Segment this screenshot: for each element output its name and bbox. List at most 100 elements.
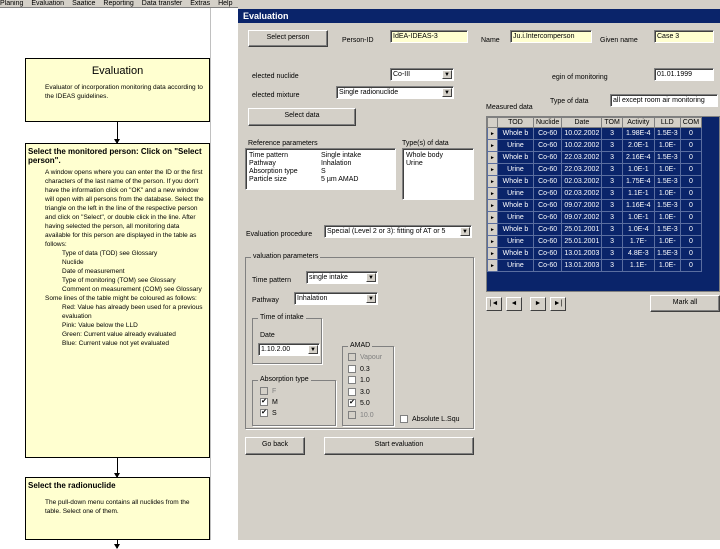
chevron-down-icon[interactable]: ▼ — [308, 345, 318, 354]
table-cell: Urine — [496, 139, 534, 152]
column-header[interactable]: Date — [561, 117, 603, 128]
row-selector-icon[interactable]: ► — [487, 139, 498, 152]
table-cell: Co-60 — [532, 139, 563, 152]
column-header[interactable]: Nuclide — [532, 117, 563, 128]
menu-item-saatice[interactable]: Saatice — [72, 0, 95, 7]
table-row[interactable]: ► Urine Co-60 10.02.2002 3 2.0E-1 1.0E- 0 — [487, 139, 703, 152]
last-record-button[interactable]: ►| — [550, 297, 566, 311]
go-back-button[interactable]: Go back — [245, 437, 305, 455]
absolute-least-squares-checkbox[interactable]: Absolute L.Squ — [400, 415, 459, 424]
column-header[interactable]: TOM — [601, 117, 623, 128]
row-selector-icon[interactable]: ► — [487, 127, 498, 140]
checkbox-box[interactable] — [348, 376, 356, 385]
previous-record-button[interactable]: ◄ — [506, 297, 522, 311]
next-record-button[interactable]: ► — [530, 297, 546, 311]
given-name-field[interactable]: Case 3 — [654, 30, 714, 43]
checkbox-box[interactable] — [400, 415, 408, 424]
absorption-checkbox[interactable]: ✔ M — [260, 398, 278, 407]
evaluation-procedure-select[interactable]: Special (Level 2 or 3): fitting of AT or… — [324, 225, 472, 238]
chevron-down-icon[interactable]: ▼ — [442, 88, 452, 97]
table-cell: Co-60 — [532, 259, 563, 272]
time-pattern-value: single intake — [309, 274, 348, 281]
pathway-select[interactable]: Inhalation ▼ — [294, 292, 378, 305]
column-header[interactable]: COM — [679, 117, 703, 128]
list-item[interactable]: Whole body — [406, 152, 470, 160]
time-pattern-label: Time pattern — [252, 277, 292, 284]
table-row[interactable]: ► Urine Co-60 02.03.2002 3 1.1E-1 1.0E- 0 — [487, 187, 703, 200]
chevron-down-icon[interactable]: ▼ — [366, 294, 376, 303]
table-row[interactable]: ► Whole b Co-60 13.01.2003 3 4.8E-3 1.5E-3 0 — [487, 247, 703, 260]
table-row[interactable]: ► Whole b Co-60 10.02.2002 3 1.98E-4 1.5E-3 0 — [487, 127, 703, 140]
menu-item-reporting[interactable]: Reporting — [103, 0, 133, 7]
row-selector-icon[interactable]: ► — [487, 223, 498, 236]
row-selector-icon[interactable]: ► — [487, 235, 498, 248]
row-selector-icon[interactable]: ► — [487, 187, 498, 200]
absorption-checkbox[interactable]: ✔ S — [260, 409, 277, 418]
table-row[interactable]: ► Urine Co-60 09.07.2002 3 1.0E-1 1.0E- 0 — [487, 211, 703, 224]
list-item[interactable]: Urine — [406, 160, 470, 168]
select-person-button[interactable]: Select person — [248, 30, 328, 47]
column-header[interactable]: Activity — [621, 117, 655, 128]
table-row[interactable]: ► Urine Co-60 22.03.2002 3 1.0E-1 1.0E- 0 — [487, 163, 703, 176]
amad-checkbox[interactable]: ✔ 5.0 — [348, 399, 370, 408]
absorption-checkbox: F — [260, 387, 276, 396]
intake-date-select[interactable]: 1.10.2.00 ▼ — [258, 343, 320, 356]
table-row[interactable]: ► Whole b Co-60 09.07.2002 3 1.16E-4 1.5E-3 0 — [487, 199, 703, 212]
table-row[interactable]: ► Urine Co-60 25.01.2001 3 1.7E- 1.0E- 0 — [487, 235, 703, 248]
types-of-data-list[interactable]: Whole body Urine — [402, 148, 474, 200]
begin-monitoring-field[interactable]: 01.01.1999 — [654, 68, 714, 81]
row-selector-icon[interactable]: ► — [487, 199, 498, 212]
time-pattern-select[interactable]: single intake ▼ — [306, 271, 378, 284]
type-of-data-select[interactable]: all except room air monitoring — [610, 94, 718, 107]
chevron-down-icon[interactable]: ▼ — [442, 70, 452, 79]
amad-checkbox[interactable]: 0.3 — [348, 364, 370, 374]
checkbox-box[interactable]: ✔ — [260, 398, 268, 407]
row-selector-icon[interactable]: ► — [487, 175, 498, 188]
checkbox-box[interactable]: ✔ — [348, 399, 356, 408]
table-cell: 1.7E- — [621, 235, 655, 248]
table-row[interactable]: ► Whole b Co-60 25.01.2001 3 1.0E-4 1.5E-3 0 — [487, 223, 703, 236]
mixture-select[interactable]: Single radionuclide ▼ — [336, 86, 454, 99]
amad-checkbox[interactable]: 1.0 — [348, 376, 370, 385]
table-cell: 10.02.2002 — [561, 139, 603, 152]
table-cell: 1.0E- — [653, 259, 681, 272]
menu-item-extras[interactable]: Extras — [190, 0, 210, 7]
first-record-button[interactable]: |◄ — [486, 297, 502, 311]
nuclide-select[interactable]: Co-III ▼ — [390, 68, 454, 81]
column-header[interactable]: TOD — [496, 117, 534, 128]
checkbox-box[interactable] — [348, 387, 356, 396]
param-key: Time pattern — [249, 152, 289, 159]
row-selector-icon[interactable]: ► — [487, 211, 498, 224]
row-selector-icon[interactable]: ► — [487, 151, 498, 164]
menu-item-help[interactable]: Help — [218, 0, 232, 7]
flow-box-title: Select the radionuclide — [28, 481, 116, 490]
row-selector-icon[interactable]: ► — [487, 259, 498, 272]
row-selector-icon[interactable]: ► — [487, 163, 498, 176]
checkbox-label: 1.0 — [360, 377, 370, 384]
table-cell: Co-60 — [532, 127, 563, 140]
chevron-down-icon[interactable]: ▼ — [366, 273, 376, 282]
table-row[interactable]: ► Whole b Co-60 02.03.2002 3 1.75E-4 1.5E-3 0 — [487, 175, 703, 188]
amad-checkbox: 10.0 — [348, 410, 374, 420]
measured-data-table[interactable]: TOD Nuclide Date TOM Activity LLD COM ► Whole b… — [486, 116, 720, 292]
select-data-button[interactable]: Select data — [248, 108, 356, 126]
menu-item-evaluation[interactable]: Evaluation — [31, 0, 64, 7]
chevron-down-icon[interactable]: ▼ — [460, 227, 470, 236]
checkbox-box[interactable] — [348, 364, 356, 373]
table-cell: 13.01.2003 — [561, 259, 603, 272]
table-row[interactable]: ► Urine Co-60 13.01.2003 3 1.1E- 1.0E- 0 — [487, 259, 703, 272]
row-selector-icon[interactable]: ► — [487, 247, 498, 260]
menu-item-data-transfer[interactable]: Data transfer — [142, 0, 182, 7]
param-value: S — [321, 168, 326, 175]
start-evaluation-button[interactable]: Start evaluation — [324, 437, 474, 455]
column-header[interactable]: LLD — [653, 117, 681, 128]
table-cell: 1.5E-3 — [653, 247, 681, 260]
checkbox-box[interactable]: ✔ — [260, 409, 268, 418]
name-field[interactable]: Ju.i.Intercomperson — [510, 30, 592, 43]
person-id-field[interactable]: IdEA-IDEAS-3 — [390, 30, 468, 43]
menu-item-planing[interactable]: Planing — [0, 0, 23, 7]
table-row[interactable]: ► Whole b Co-60 22.03.2002 3 2.16E-4 1.5E-3 0 — [487, 151, 703, 164]
amad-checkbox[interactable]: 3.0 — [348, 387, 370, 397]
table-cell: 0 — [679, 259, 703, 272]
mark-all-button[interactable]: Mark all — [650, 295, 720, 312]
